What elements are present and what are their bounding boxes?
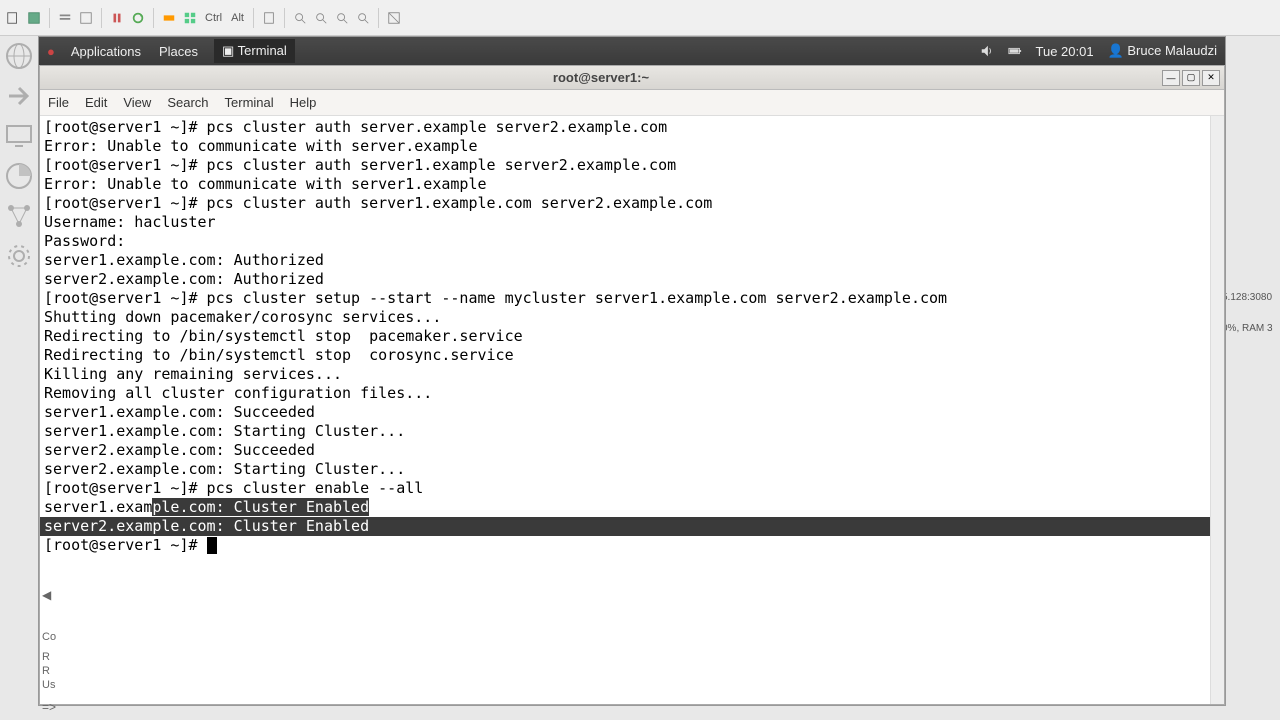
- applications-menu[interactable]: Applications: [69, 40, 143, 63]
- globe-icon[interactable]: [3, 40, 35, 72]
- term-line: [root@server1 ~]# pcs cluster auth serve…: [44, 118, 1220, 137]
- cad-icon[interactable]: [160, 9, 178, 27]
- cursor-block: [207, 537, 217, 554]
- term-line: [root@server1 ~]# pcs cluster auth serve…: [44, 156, 1220, 175]
- terminal-title: root@server1:~: [40, 70, 1162, 85]
- term-line: Username: hacluster: [44, 213, 1220, 232]
- term-line-highlighted: server1.example.com: Cluster Enabled: [44, 498, 1220, 517]
- clock[interactable]: Tue 20:01: [1036, 44, 1094, 59]
- menu-terminal[interactable]: Terminal: [225, 95, 274, 110]
- battery-icon[interactable]: [1008, 44, 1022, 58]
- network-icon[interactable]: [3, 200, 35, 232]
- zoom-fit-icon[interactable]: [354, 9, 372, 27]
- term-line: server1.example.com: Succeeded: [44, 403, 1220, 422]
- menu-edit[interactable]: Edit: [85, 95, 107, 110]
- terminal-window: root@server1:~ — ▢ ✕ File Edit View Sear…: [39, 65, 1225, 705]
- terminal-menubar: File Edit View Search Terminal Help: [40, 90, 1224, 116]
- terminal-body[interactable]: [root@server1 ~]# pcs cluster auth serve…: [40, 116, 1224, 704]
- settings-icon[interactable]: [3, 240, 35, 272]
- arrow-icon[interactable]: [3, 80, 35, 112]
- new-icon[interactable]: [4, 9, 22, 27]
- underlying-text: Co R R Us: [42, 630, 56, 692]
- term-line: [root@server1 ~]# pcs cluster auth serve…: [44, 194, 1220, 213]
- term-line: Redirecting to /bin/systemctl stop pacem…: [44, 327, 1220, 346]
- options-icon[interactable]: [56, 9, 74, 27]
- save-icon[interactable]: [25, 9, 43, 27]
- fullscreen-icon[interactable]: [77, 9, 95, 27]
- term-line: server1.example.com: Authorized: [44, 251, 1220, 270]
- term-line-highlighted: server2.example.com: Cluster Enabled: [40, 517, 1210, 536]
- term-line: Error: Unable to communicate with server…: [44, 175, 1220, 194]
- terminal-taskbar-item[interactable]: ▣ Terminal: [214, 39, 295, 63]
- user-menu[interactable]: 👤 Bruce Malaudzi: [1108, 43, 1217, 59]
- zoom-in-icon[interactable]: [333, 9, 351, 27]
- zoom-out-icon[interactable]: [291, 9, 309, 27]
- monitor-icon[interactable]: [3, 120, 35, 152]
- term-line: server2.example.com: Authorized: [44, 270, 1220, 289]
- vnc-toolbar: Ctrl Alt: [0, 0, 1280, 36]
- volume-icon[interactable]: [980, 44, 994, 58]
- winkey-icon[interactable]: [181, 9, 199, 27]
- menu-help[interactable]: Help: [290, 95, 317, 110]
- side-launcher: [0, 36, 38, 720]
- places-menu[interactable]: Places: [157, 40, 200, 63]
- terminal-scrollbar[interactable]: [1210, 116, 1224, 704]
- term-line: Removing all cluster configuration files…: [44, 384, 1220, 403]
- right-panel-peek: 5.128:3080 0%, RAM 3: [1222, 290, 1280, 336]
- remote-desktop: ● Applications Places ▣ Terminal Tue 20:…: [38, 36, 1226, 706]
- term-line: server2.example.com: Succeeded: [44, 441, 1220, 460]
- zoom-100-icon[interactable]: [312, 9, 330, 27]
- ip-fragment: 5.128:3080: [1222, 290, 1280, 305]
- term-line: [root@server1 ~]# pcs cluster enable --a…: [44, 479, 1220, 498]
- close-button[interactable]: ✕: [1202, 70, 1220, 86]
- terminal-icon: ▣: [222, 43, 238, 58]
- term-line: Redirecting to /bin/systemctl stop coros…: [44, 346, 1220, 365]
- term-line: Error: Unable to communicate with server…: [44, 137, 1220, 156]
- selection-highlight: server2.example.com: Cluster Enabled: [40, 517, 1210, 536]
- term-line: Killing any remaining services...: [44, 365, 1220, 384]
- minimize-button[interactable]: —: [1162, 70, 1180, 86]
- underlying-prompt: =>: [42, 700, 56, 714]
- clipboard-icon[interactable]: [260, 9, 278, 27]
- term-line: server2.example.com: Starting Cluster...: [44, 460, 1220, 479]
- term-line: Password:: [44, 232, 1220, 251]
- gnome-top-panel: ● Applications Places ▣ Terminal Tue 20:…: [39, 37, 1225, 65]
- maximize-button[interactable]: ▢: [1182, 70, 1200, 86]
- menu-view[interactable]: View: [123, 95, 151, 110]
- menu-file[interactable]: File: [48, 95, 69, 110]
- user-icon: 👤: [1108, 43, 1128, 58]
- term-line: Shutting down pacemaker/corosync service…: [44, 308, 1220, 327]
- ctrl-label[interactable]: Ctrl: [202, 12, 225, 24]
- alt-label[interactable]: Alt: [228, 12, 247, 24]
- term-line: [root@server1 ~]# pcs cluster setup --st…: [44, 289, 1220, 308]
- scale-icon[interactable]: [385, 9, 403, 27]
- menu-search[interactable]: Search: [167, 95, 208, 110]
- terminal-titlebar[interactable]: root@server1:~ — ▢ ✕: [40, 66, 1224, 90]
- term-line: server1.example.com: Starting Cluster...: [44, 422, 1220, 441]
- refresh-icon[interactable]: [129, 9, 147, 27]
- stats-fragment: 0%, RAM 3: [1222, 321, 1280, 336]
- disk-icon[interactable]: [3, 160, 35, 192]
- scroll-arrow-left[interactable]: ◀: [42, 588, 51, 602]
- pause-icon[interactable]: [108, 9, 126, 27]
- term-prompt-line: [root@server1 ~]#: [44, 536, 1220, 555]
